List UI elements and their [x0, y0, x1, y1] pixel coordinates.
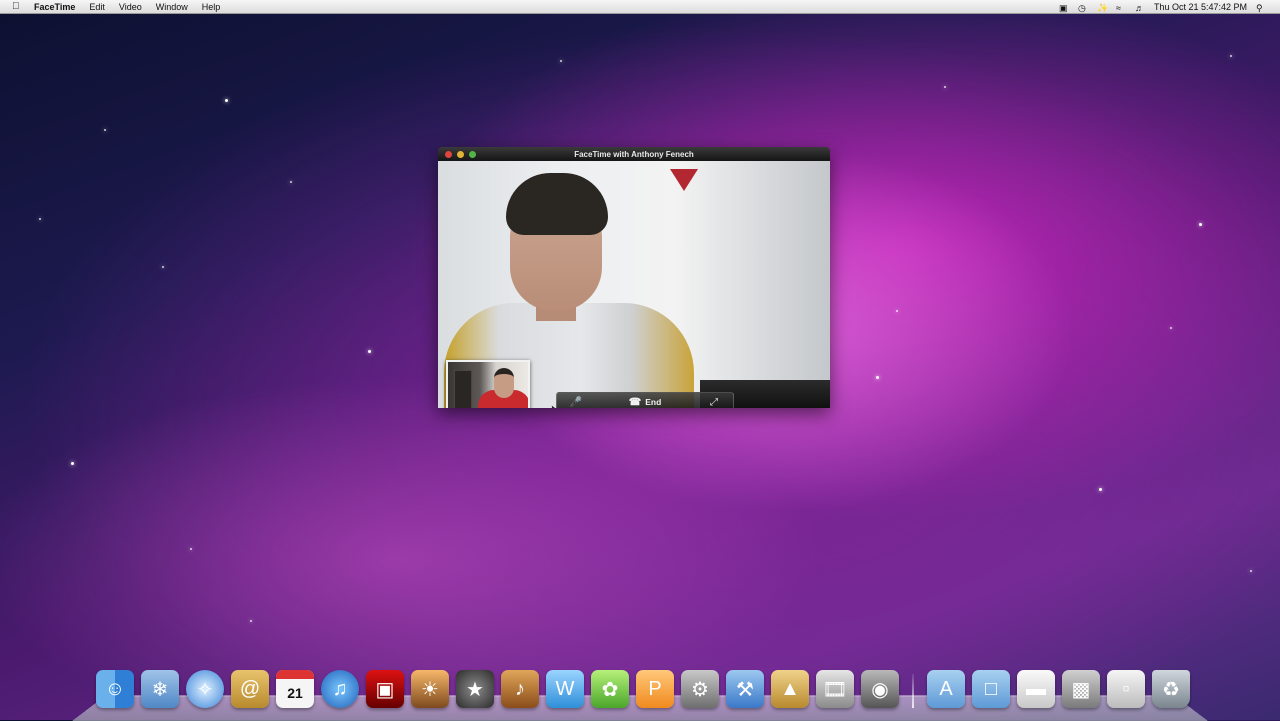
ical-icon[interactable]: 21: [276, 670, 314, 708]
wall-flag-decoration: [670, 169, 698, 191]
facetime-icon[interactable]: ◉: [861, 670, 899, 708]
window-titlebar[interactable]: FaceTime with Anthony Fenech: [438, 147, 830, 161]
applications-folder-icon[interactable]: A: [927, 670, 965, 708]
fullscreen-icon[interactable]: ⤢: [707, 397, 721, 408]
menu-edit[interactable]: Edit: [89, 2, 105, 12]
imovie-icon[interactable]: ★: [456, 670, 494, 708]
spotlight-search-icon[interactable]: ⚲: [1256, 3, 1266, 13]
iweb-icon[interactable]: W: [546, 670, 584, 708]
iphoto-slideshow-icon[interactable]: 🎞: [816, 670, 854, 708]
local-preview-video[interactable]: [446, 360, 530, 408]
itunes-icon[interactable]: ♫: [321, 670, 359, 708]
address-book-icon[interactable]: @: [231, 670, 269, 708]
ical-date: 21: [287, 685, 303, 701]
end-call-label: End: [645, 397, 662, 407]
screen-recording-icon[interactable]: ▣: [1059, 3, 1069, 13]
menu-clock[interactable]: Thu Oct 21 5:47:42 PM: [1154, 2, 1247, 12]
stack-icon[interactable]: ▫: [1107, 670, 1145, 708]
bluetooth-icon[interactable]: ✨: [1097, 3, 1108, 13]
photo-booth-icon[interactable]: ▣: [366, 670, 404, 708]
menu-window[interactable]: Window: [156, 2, 188, 12]
menu-help[interactable]: Help: [202, 2, 221, 12]
menu-video[interactable]: Video: [119, 2, 142, 12]
time-machine-icon[interactable]: ◷: [1078, 3, 1088, 13]
apple-menu-icon[interactable]: : [12, 1, 24, 12]
finder-icon[interactable]: ☺: [96, 670, 134, 708]
end-call-button[interactable]: ☎ End: [629, 397, 662, 408]
garageband-icon[interactable]: ♪: [501, 670, 539, 708]
dock: ☺ ❄ ✧ @ 21 ♫ ▣ ☀ ★ ♪ W ✿ P ⚙ ⚒ ▲ 🎞 ◉ A □…: [96, 664, 1192, 708]
xcode-icon[interactable]: ⚒: [726, 670, 764, 708]
keynote-icon[interactable]: ▲: [771, 670, 809, 708]
menu-app-facetime[interactable]: FaceTime: [34, 2, 75, 12]
window-title: FaceTime with Anthony Fenech: [574, 149, 694, 159]
phone-hangup-icon: ☎: [628, 396, 642, 408]
preview-icon[interactable]: ❄: [141, 670, 179, 708]
menu-bar:  FaceTime Edit Video Window Help ▣ ◷ ✨ …: [0, 0, 1280, 14]
facetime-window: FaceTime with Anthony Fenech 🎤 ☎ End ⤢: [438, 147, 830, 408]
wifi-icon[interactable]: ≈: [1116, 3, 1126, 13]
trash-icon[interactable]: ♻: [1152, 670, 1190, 708]
remote-video-feed: 🎤 ☎ End ⤢: [438, 161, 830, 408]
status-area: ▣ ◷ ✨ ≈ ♬ Thu Oct 21 5:47:42 PM ⚲: [1059, 0, 1266, 13]
safari-icon[interactable]: ✧: [186, 670, 224, 708]
pages-icon[interactable]: P: [636, 670, 674, 708]
downloads-icon[interactable]: ▬: [1017, 670, 1055, 708]
iphoto-icon[interactable]: ☀: [411, 670, 449, 708]
idvd-icon[interactable]: ✿: [591, 670, 629, 708]
mute-microphone-icon[interactable]: 🎤: [569, 397, 583, 408]
volume-icon[interactable]: ♬: [1135, 3, 1145, 13]
documents-folder-icon[interactable]: □: [972, 670, 1010, 708]
screenshot-icon[interactable]: ▩: [1062, 670, 1100, 708]
call-controls-bar: 🎤 ☎ End ⤢: [556, 392, 734, 408]
dock-separator: [912, 674, 914, 708]
system-preferences-icon[interactable]: ⚙: [681, 670, 719, 708]
